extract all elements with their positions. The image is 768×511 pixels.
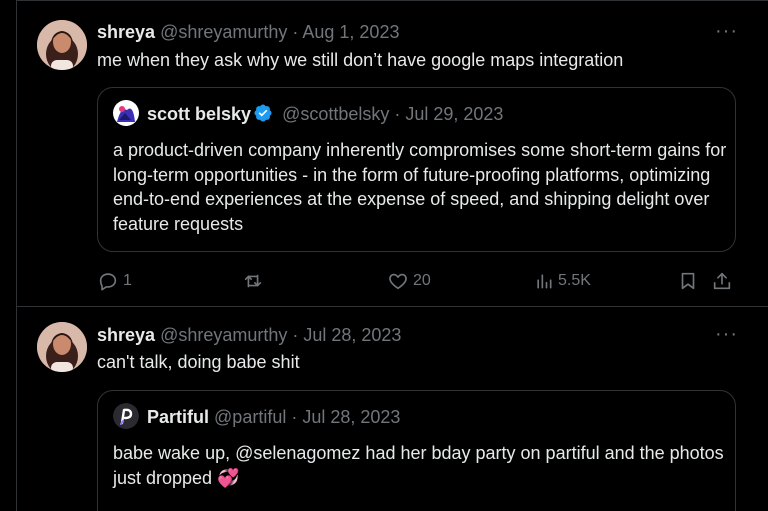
quote-handle-date: @scottbelsky · Jul 29, 2023: [282, 104, 504, 124]
quote-text: a product-driven company inherently comp…: [113, 140, 727, 234]
tweet-header: shreya @shreyamurthy · Jul 28, 2023: [97, 324, 401, 346]
author-name[interactable]: shreya: [97, 22, 155, 42]
more-icon[interactable]: ···: [715, 21, 738, 41]
tweet[interactable]: shreya @shreyamurthy · Jul 28, 2023 ··· …: [17, 307, 768, 511]
timeline: shreya @shreyamurthy · Aug 1, 2023 ··· m…: [16, 0, 768, 511]
like-button[interactable]: 20: [387, 266, 431, 296]
handle-date[interactable]: @shreyamurthy · Aug 1, 2023: [160, 22, 399, 42]
quote-handle-date: @partiful · Jul 28, 2023: [214, 407, 401, 427]
reply-icon: [99, 273, 117, 291]
like-count: 20: [413, 272, 431, 289]
tweet-actions: 1 20 5.5K: [97, 266, 737, 296]
heart-icon: [389, 273, 407, 290]
share-icon: [713, 272, 731, 290]
retweet-button[interactable]: [242, 266, 268, 296]
more-icon[interactable]: ···: [715, 324, 738, 344]
share-button[interactable]: [711, 266, 733, 296]
quote-avatar: [113, 403, 139, 429]
quote-header: Partiful @partiful · Jul 28, 2023: [147, 406, 400, 428]
quote-tweet[interactable]: scott belsky @scottbelsky · Jul 29, 2023…: [97, 87, 736, 252]
views-button[interactable]: 5.5K: [534, 266, 591, 296]
tweet-text: can't talk, doing babe shit: [97, 352, 300, 372]
tweet-header: shreya @shreyamurthy · Aug 1, 2023: [97, 21, 399, 43]
verified-badge-icon: [254, 104, 272, 122]
quote-text: babe wake up, @selenagomez had her bday …: [113, 443, 724, 488]
quote-avatar: [113, 100, 139, 126]
reply-count: 1: [123, 272, 132, 289]
avatar[interactable]: [37, 20, 87, 70]
handle-date[interactable]: @shreyamurthy · Jul 28, 2023: [160, 325, 401, 345]
avatar[interactable]: [37, 322, 87, 372]
bookmark-icon: [681, 272, 695, 290]
author-name[interactable]: shreya: [97, 325, 155, 345]
reply-button[interactable]: 1: [97, 266, 132, 296]
views-count: 5.5K: [558, 272, 591, 289]
tweet-text: me when they ask why we still don’t have…: [97, 50, 624, 70]
quote-author-name: Partiful: [147, 407, 210, 427]
quote-author-name: scott belsky: [147, 104, 252, 124]
divider: [17, 0, 768, 3]
tweet[interactable]: shreya @shreyamurthy · Aug 1, 2023 ··· m…: [17, 4, 768, 307]
bookmark-button[interactable]: [677, 266, 699, 296]
quote-tweet[interactable]: Partiful @partiful · Jul 28, 2023 babe w…: [97, 390, 736, 511]
views-icon: [537, 274, 552, 289]
quote-header: scott belsky @scottbelsky · Jul 29, 2023: [147, 103, 503, 125]
retweet-icon: [244, 274, 262, 288]
